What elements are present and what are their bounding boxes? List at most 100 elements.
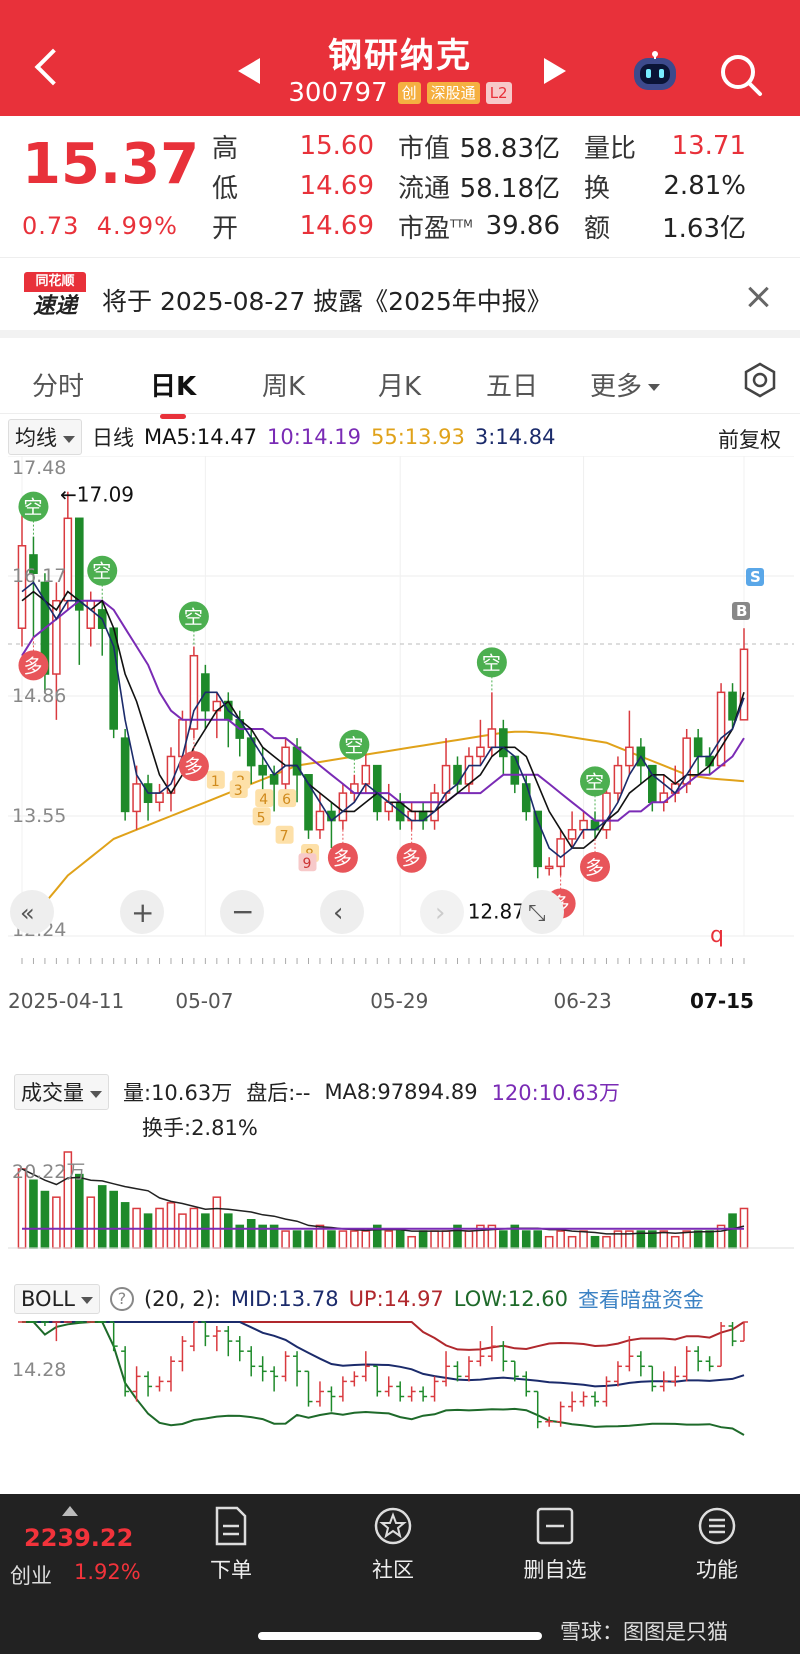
open-label: 开	[212, 213, 239, 244]
sell-signal-label: 空	[92, 561, 111, 583]
tab-intraday[interactable]: 分时	[32, 366, 84, 403]
menu-circle-icon	[698, 1507, 736, 1545]
count-label: 4	[259, 792, 268, 808]
boll-dropdown-label: BOLL	[21, 1287, 75, 1311]
pe-value: 39.86	[485, 211, 560, 241]
candle-body	[625, 746, 634, 767]
logo-bottom-text: 速递	[32, 294, 77, 319]
candle-body	[166, 755, 176, 794]
high-value: 15.60	[299, 131, 374, 161]
home-indicator[interactable]	[258, 1632, 542, 1640]
close-icon[interactable]	[744, 282, 774, 312]
header: 钢研纳克 300797 创 深股通 L2	[0, 0, 800, 116]
x-label-1: 05-07	[175, 989, 233, 1013]
quote-col-price: 高 15.60 低 14.69 开 14.69	[212, 126, 374, 246]
ma55-value: 55:13.93	[370, 425, 465, 449]
kline-chart[interactable]: 123456789 空多空空多空多多空多空多 17.48 16.17 14.86…	[8, 456, 794, 1016]
candle-body	[258, 764, 267, 776]
boll-up-line	[22, 1321, 745, 1351]
ma3-value: 3:14.84	[474, 425, 556, 449]
caret-up-icon[interactable]	[62, 1506, 78, 1516]
indicator-dropdown[interactable]: 均线	[8, 419, 82, 455]
volume-bar	[97, 1185, 107, 1249]
tag-l2[interactable]: L2	[485, 82, 512, 104]
buy-signal-label: 多	[333, 848, 352, 870]
volume-bar	[590, 1235, 600, 1249]
volume-bar	[430, 1230, 439, 1249]
tab-monthly-k[interactable]: 月K	[378, 366, 421, 403]
amount-label: 额	[584, 213, 611, 244]
volume-bar	[178, 1213, 187, 1249]
low-label: 低	[212, 173, 239, 204]
y-label-0: 17.48	[12, 457, 66, 479]
pe-ttm-sup: TTM	[450, 216, 473, 230]
float-cap-value: 58.18亿	[459, 173, 560, 204]
volume-ma8: MA8:97894.89	[324, 1080, 478, 1104]
volume-dropdown[interactable]: 成交量	[14, 1074, 109, 1110]
tab-weekly-k[interactable]: 周K	[262, 366, 305, 403]
volume-bar	[659, 1230, 669, 1249]
count-label: 5	[257, 810, 266, 826]
buy-signal-label: 多	[585, 857, 604, 879]
buy-signal-label: 多	[184, 756, 203, 778]
price-change: 0.73 4.99%	[22, 212, 178, 240]
volume-bar	[556, 1230, 565, 1249]
boll-chart[interactable]: 14.28	[8, 1318, 794, 1470]
zoom-rewind-button[interactable]: «	[10, 890, 54, 934]
tag-chuang: 创	[397, 82, 421, 104]
volume-bar	[544, 1235, 554, 1249]
boll-lines	[22, 1321, 745, 1436]
remove-watchlist-button[interactable]: 删自选	[500, 1506, 610, 1584]
index-name: 创业	[10, 1564, 52, 1588]
x-label-3: 06-23	[554, 989, 612, 1013]
notice-text[interactable]: 将于 2025-08-27 披露《2025年中报》	[102, 282, 552, 318]
boll-dropdown[interactable]: BOLL	[14, 1284, 100, 1314]
chevron-down-icon	[63, 435, 75, 443]
search-icon[interactable]	[718, 52, 764, 98]
robot-assistant-icon[interactable]	[628, 50, 682, 94]
volume-chart[interactable]: 20.22万	[8, 1140, 794, 1264]
candle-body	[716, 691, 726, 767]
candle-body	[52, 599, 61, 675]
tab-five-day[interactable]: 五日	[486, 366, 538, 403]
app-root: 钢研纳克 300797 创 深股通 L2 15.37 0.73 4.99% 高 …	[0, 0, 800, 1654]
help-icon[interactable]: ?	[109, 1287, 134, 1311]
volume-ma8-line	[21, 1168, 745, 1235]
amount-value: 1.63亿	[662, 213, 746, 244]
candle-body	[86, 599, 96, 629]
zoom-out-button[interactable]: −	[220, 890, 264, 934]
volume-bar	[579, 1230, 588, 1249]
candle-body	[544, 865, 554, 870]
index-value[interactable]: 2239.22	[24, 1524, 133, 1552]
candle-body	[178, 719, 187, 758]
hexagon-settings-icon[interactable]	[742, 362, 778, 398]
y-label-2: 14.86	[12, 685, 66, 707]
buy-signal-label: 多	[23, 655, 42, 677]
candle-body	[155, 792, 164, 804]
candle-body	[63, 517, 73, 602]
zoom-in-button[interactable]: +	[120, 890, 164, 934]
order-button[interactable]: 下单	[176, 1506, 286, 1584]
logo-top-text: 同花顺	[24, 272, 86, 292]
move-right-button[interactable]: ›	[420, 890, 464, 934]
function-button[interactable]: 功能	[662, 1506, 772, 1584]
tab-more[interactable]: 更多	[590, 366, 661, 403]
volume-ratio-label: 量比	[584, 133, 637, 164]
count-label: 9	[303, 856, 312, 872]
adjust-mode[interactable]: 前复权	[718, 424, 781, 454]
candle-body	[521, 783, 531, 813]
buy-mark: B	[736, 602, 747, 620]
volume-bar	[682, 1230, 692, 1249]
boll-up: UP:14.97	[348, 1287, 444, 1311]
move-left-button[interactable]: ‹	[320, 890, 364, 934]
fullscreen-button[interactable]: ⤡	[520, 890, 564, 934]
ma-legend: 均线 日线 MA5:14.47 10:14.19 55:13.93 3:14.8…	[8, 419, 556, 455]
notice-banner[interactable]: 同花顺 速递 将于 2025-08-27 披露《2025年中报》	[0, 260, 800, 338]
boll-low: LOW:12.60	[453, 1287, 569, 1311]
dark-pool-link[interactable]: 查看暗盘资金	[578, 1284, 704, 1314]
community-button[interactable]: 社区	[338, 1506, 448, 1584]
boll-mid-line	[22, 1321, 745, 1388]
volume-bar	[40, 1190, 50, 1249]
y-label-1: 16.17	[12, 565, 66, 587]
tab-daily-k[interactable]: 日K	[150, 366, 196, 419]
